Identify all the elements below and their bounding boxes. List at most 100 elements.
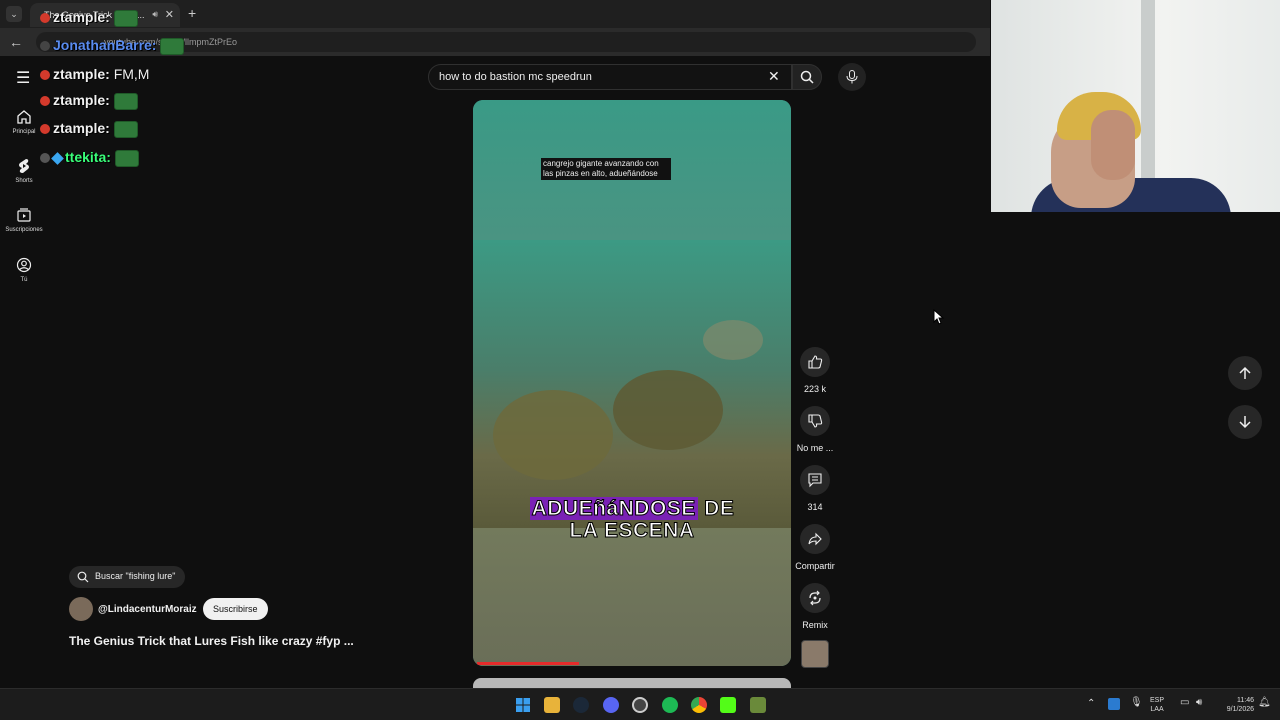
- chat-message: ztample:: [40, 92, 138, 110]
- like-button[interactable]: 223 k: [793, 347, 837, 394]
- chat-message: ztample:: [40, 120, 138, 138]
- chat-username: ztample:: [53, 66, 110, 82]
- chrome-icon[interactable]: [691, 697, 707, 713]
- caption-word: DE: [704, 497, 735, 520]
- remix-label: Remix: [802, 620, 828, 630]
- mic-tray-icon[interactable]: 🎙︎: [1130, 698, 1143, 708]
- emote-icon: [160, 37, 185, 55]
- next-short-button[interactable]: [1228, 405, 1262, 439]
- video-progress-bar[interactable]: [477, 662, 579, 665]
- chat-message: ztample: FM,M: [40, 66, 149, 84]
- chat-username: ztample:: [53, 120, 110, 136]
- arrow-down-icon: [1239, 416, 1251, 429]
- spotify-icon[interactable]: [662, 697, 678, 713]
- arrow-up-icon: [1239, 366, 1251, 379]
- comment-icon: [808, 473, 822, 488]
- previous-short-button[interactable]: [1228, 356, 1262, 390]
- webcam-arm: [1091, 110, 1135, 180]
- start-icon[interactable]: [515, 697, 531, 713]
- avatar[interactable]: [69, 597, 93, 621]
- pill-label: Buscar "fishing lure": [95, 571, 176, 581]
- video-underwater-scene: [473, 240, 791, 528]
- chat-message: ttekita:: [40, 149, 139, 167]
- sidebar-item-label: Shorts: [15, 178, 33, 184]
- chat-message: ztample:: [40, 9, 138, 27]
- channel-name[interactable]: @LindacenturMoraiz: [98, 604, 197, 615]
- search-suggestion-pill[interactable]: Buscar "fishing lure": [69, 566, 186, 588]
- chevron-up-icon[interactable]: ⌃: [1087, 699, 1095, 709]
- next-short-preview[interactable]: [473, 678, 791, 688]
- video-subtitle: cangrejo gigante avanzando con las pinza…: [541, 158, 671, 180]
- voice-search-button[interactable]: [838, 63, 866, 91]
- remix-icon: [809, 590, 821, 606]
- language-indicator[interactable]: ESP LAA: [1150, 696, 1164, 714]
- share-icon: [808, 532, 822, 546]
- remix-button[interactable]: Remix: [793, 583, 837, 630]
- sidebar-item-label: Suscripciones: [5, 227, 43, 233]
- network-icon[interactable]: ▭: [1180, 698, 1189, 708]
- menu-icon[interactable]: ☰: [16, 68, 30, 88]
- badge-icon: [40, 41, 50, 52]
- discord-icon[interactable]: [603, 697, 619, 713]
- mic-icon: [846, 70, 858, 84]
- cube-badge-icon: [51, 151, 64, 165]
- minecraft-icon[interactable]: [750, 697, 766, 713]
- back-arrow-icon[interactable]: ←: [9, 34, 23, 50]
- tray-app-icon[interactable]: [1108, 698, 1120, 710]
- search-input[interactable]: how to do bastion mc speedrun: [428, 64, 792, 90]
- sidebar-item-suscripciones[interactable]: Suscripciones: [0, 207, 48, 233]
- speaker-icon[interactable]: 🔊︎: [152, 9, 158, 20]
- emote-icon: [113, 120, 138, 138]
- sidebar-item-label: Principal: [12, 129, 36, 135]
- like-count: 223 k: [803, 384, 827, 394]
- lang-bottom: LAA: [1150, 706, 1164, 713]
- share-button[interactable]: Compartir: [793, 524, 837, 571]
- search-icon: [77, 571, 89, 583]
- close-tab-icon[interactable]: ✕: [165, 8, 174, 21]
- file-explorer-icon[interactable]: [544, 697, 560, 713]
- crab-shape: [613, 370, 723, 450]
- chat-username: ttekita:: [65, 149, 111, 165]
- home-icon: [17, 110, 31, 124]
- subscriptions-icon: [17, 208, 31, 222]
- badge-icon: [40, 124, 50, 135]
- caption-line-2: LA ESCENA: [569, 519, 695, 542]
- sidebar-item-label: Tú: [20, 277, 28, 283]
- steam-icon[interactable]: [573, 697, 589, 713]
- taskbar: ⌃ 🎙︎ ESP LAA ▭ 🔊︎ 11:46 9/1/2026 🔔︎: [0, 688, 1280, 720]
- chat-username: ztample:: [53, 9, 110, 25]
- chat-username: ztample:: [53, 92, 110, 108]
- comment-count: 314: [807, 502, 823, 512]
- fish-shape: [703, 320, 763, 360]
- chat-message: JonathanBarre:: [40, 37, 185, 55]
- obs-icon[interactable]: [632, 697, 648, 713]
- tab-search-button[interactable]: ⌄: [6, 6, 22, 22]
- clear-search-icon[interactable]: ✕: [768, 68, 780, 85]
- emote-icon: [114, 149, 139, 167]
- badge-icon: [40, 70, 50, 81]
- search-button[interactable]: [792, 64, 822, 90]
- chat-username: JonathanBarre:: [53, 37, 157, 53]
- emote-icon: [113, 92, 138, 110]
- lang-top: ESP: [1150, 697, 1165, 704]
- notification-icon[interactable]: 🔔︎: [1258, 698, 1271, 708]
- kick-icon[interactable]: [720, 697, 736, 713]
- badge-icon: [40, 13, 50, 24]
- video-title[interactable]: The Genius Trick that Lures Fish like cr…: [69, 634, 354, 648]
- date: 9/1/2026: [1226, 706, 1254, 713]
- clock[interactable]: 11:46 9/1/2026: [1214, 696, 1254, 714]
- video-caption: ADUEñáNDOSE DE LA ESCENA: [473, 497, 791, 542]
- share-label: Compartir: [795, 561, 835, 571]
- crab-shape: [493, 390, 613, 480]
- new-tab-icon[interactable]: +: [188, 5, 196, 21]
- volume-icon[interactable]: 🔊︎: [1196, 698, 1202, 708]
- emote-icon: [113, 9, 138, 27]
- dislike-button[interactable]: No me ...: [793, 406, 837, 453]
- thumbs-up-icon: [808, 355, 823, 369]
- shorts-icon: [19, 159, 29, 173]
- sound-thumbnail[interactable]: [801, 640, 829, 668]
- comments-button[interactable]: 314: [793, 465, 837, 512]
- subscribe-button[interactable]: Suscribirse: [203, 598, 268, 620]
- sidebar-item-tu[interactable]: Tú: [0, 257, 48, 283]
- short-video-player[interactable]: cangrejo gigante avanzando con las pinza…: [473, 100, 791, 666]
